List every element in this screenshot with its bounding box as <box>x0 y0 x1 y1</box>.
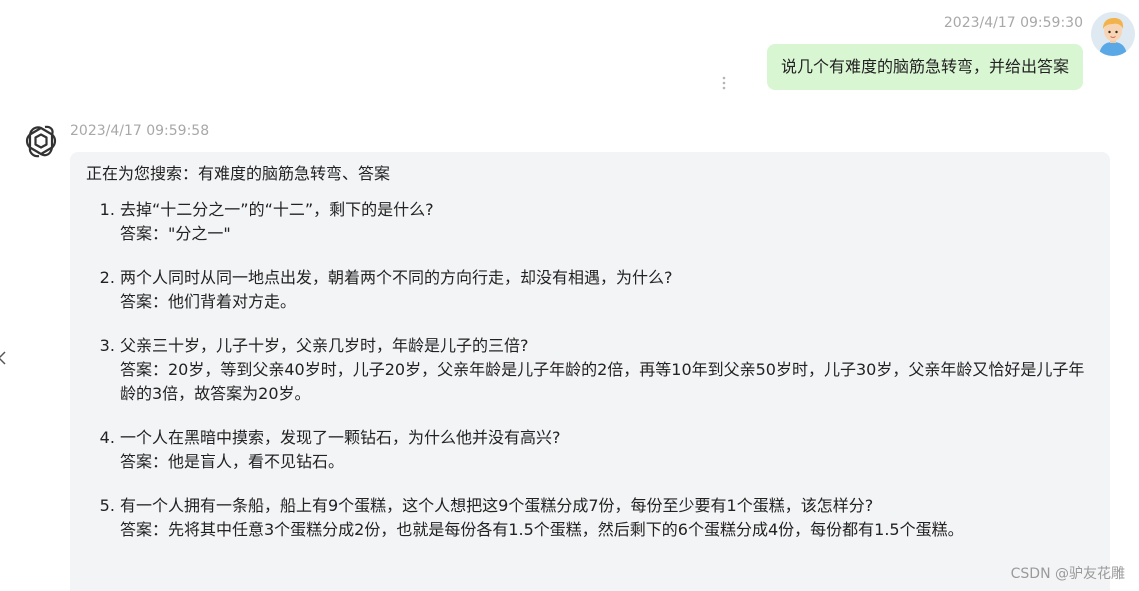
list-item: 两个人同时从同一地点出发，朝着两个不同的方向行走，却没有相遇，为什么? 答案：他… <box>120 266 1094 314</box>
riddle-answer: 答案：20岁，等到父亲40岁时，儿子20岁，父亲年龄是儿子年龄的2倍，再等10年… <box>120 360 1085 403</box>
bot-message-timestamp: 2023/4/17 09:59:58 <box>70 123 210 139</box>
user-avatar-icon[interactable] <box>1091 12 1135 56</box>
chat-page: 2023/4/17 09:59:30 说几个有难度的脑筋急转弯，并给出答案 20… <box>0 0 1139 591</box>
watermark: CSDN @驴友花雕 <box>1010 566 1125 582</box>
riddle-question: 一个人在黑暗中摸索，发现了一颗钻石，为什么他并没有高兴? <box>120 428 561 447</box>
list-item: 有一个人拥有一条船，船上有9个蛋糕，这个人想把这9个蛋糕分成7份，每份至少要有1… <box>120 494 1094 542</box>
riddle-answer: 答案："分之一" <box>120 224 231 243</box>
riddle-answer: 答案：他是盲人，看不见钻石。 <box>120 452 345 471</box>
more-options-icon[interactable] <box>720 74 728 92</box>
riddle-question: 去掉“十二分之一”的“十二”，剩下的是什么? <box>120 200 434 219</box>
bot-message-bubble: 正在为您搜索：有难度的脑筋急转弯、答案 去掉“十二分之一”的“十二”，剩下的是什… <box>70 152 1110 591</box>
riddle-answer: 答案：先将其中任意3个蛋糕分成2份，也就是每份各有1.5个蛋糕，然后剩下的6个蛋… <box>120 520 964 539</box>
user-message-timestamp: 2023/4/17 09:59:30 <box>943 15 1083 31</box>
list-item: 父亲三十岁，儿子十岁，父亲几岁时，年龄是儿子的三倍? 答案：20岁，等到父亲40… <box>120 334 1094 406</box>
riddle-question: 父亲三十岁，儿子十岁，父亲几岁时，年龄是儿子的三倍? <box>120 336 529 355</box>
collapse-arrow-icon[interactable] <box>0 348 7 368</box>
riddle-question: 有一个人拥有一条船，船上有9个蛋糕，这个人想把这9个蛋糕分成7份，每份至少要有1… <box>120 496 874 515</box>
riddle-list: 去掉“十二分之一”的“十二”，剩下的是什么? 答案："分之一" 两个人同时从同一… <box>86 198 1094 542</box>
riddle-answer: 答案：他们背着对方走。 <box>120 292 297 311</box>
riddle-question: 两个人同时从同一地点出发，朝着两个不同的方向行走，却没有相遇，为什么? <box>120 268 673 287</box>
user-message-bubble: 说几个有难度的脑筋急转弯，并给出答案 <box>766 44 1083 90</box>
list-item: 一个人在黑暗中摸索，发现了一颗钻石，为什么他并没有高兴? 答案：他是盲人，看不见… <box>120 426 1094 474</box>
openai-logo-icon <box>22 123 60 161</box>
list-item: 去掉“十二分之一”的“十二”，剩下的是什么? 答案："分之一" <box>120 198 1094 246</box>
bot-intro-text: 正在为您搜索：有难度的脑筋急转弯、答案 <box>86 164 391 183</box>
